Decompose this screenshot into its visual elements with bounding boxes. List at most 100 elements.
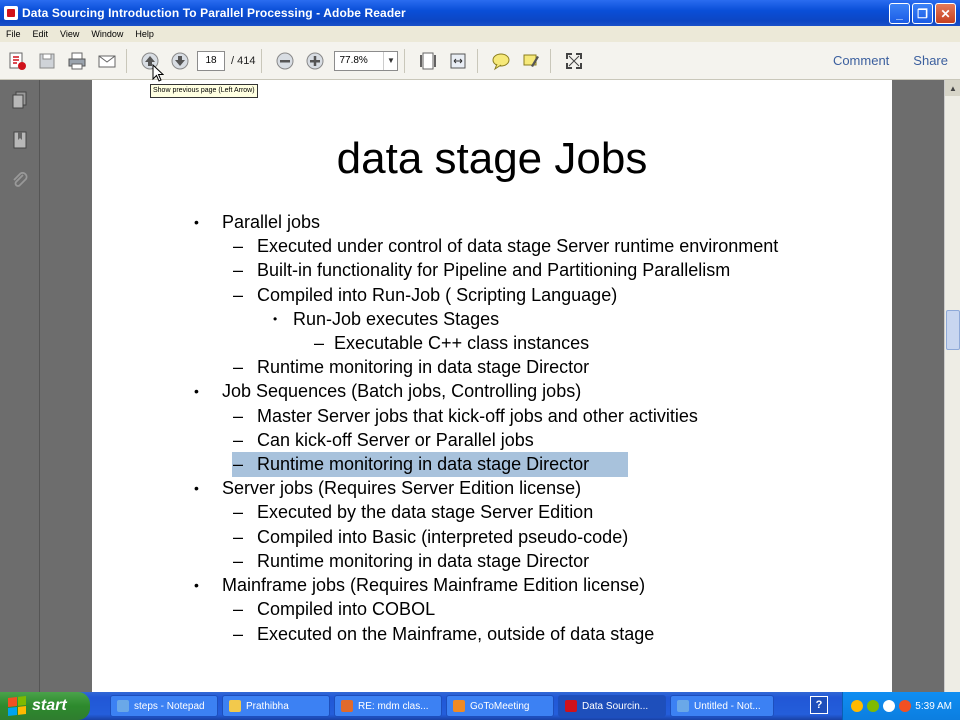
bullet-item: – Compiled into Basic (interpreted pseudo… [233,527,629,547]
minus-circle-icon [276,52,294,69]
full-screen-button[interactable] [561,48,587,74]
expand-icon [566,52,583,69]
bullet-item: – Built-in functionality for Pipeline and… [233,260,731,280]
dash-marker: – [233,236,244,256]
bullet-item: • Parallel jobs [194,212,321,232]
share-link[interactable]: Share [913,53,948,68]
add-comment-button[interactable] [488,48,514,74]
taskbar-button-notepad-untitled[interactable]: Untitled - Not... [670,695,774,717]
tooltip: Show previous page (Left Arrow) [150,84,258,98]
bullet-item: • Server jobs (Requires Server Edition li… [194,478,582,498]
zoom-in-button[interactable] [302,48,328,74]
bullet-item: • Mainframe jobs (Requires Mainframe Edit… [194,575,646,595]
comment-link[interactable]: Comment [833,53,889,68]
toolbar-separator [261,48,263,73]
pages-icon [12,91,26,109]
fit-page-icon [420,52,437,69]
close-button[interactable]: ✕ [935,3,956,24]
bullet-item: – Compiled into COBOL [233,599,436,619]
save-button[interactable] [34,48,60,74]
vertical-scrollbar[interactable]: ▲ [944,80,960,692]
folder-icon [229,700,241,712]
windows-flag-icon [8,696,26,716]
tray-shield-icon[interactable] [899,700,912,712]
zoom-input[interactable] [335,51,384,70]
dash-marker: – [233,527,244,547]
adobe-reader-icon [565,700,577,712]
start-button[interactable]: start [0,692,90,720]
dash-marker: – [233,430,244,450]
clock[interactable]: 5:39 AM [915,701,952,712]
bookmarks-panel-button[interactable] [8,128,32,152]
next-page-button[interactable] [167,48,193,74]
print-button[interactable] [64,48,90,74]
tray-volume-icon[interactable] [883,700,896,712]
taskbar-button-gotomeeting[interactable]: GoToMeeting [446,695,554,717]
bullet-item: – Executed by the data stage Server Editi… [233,502,594,522]
taskbar-button-folder[interactable]: Prathibha [222,695,330,717]
zoom-select[interactable]: ▼ [334,50,399,71]
scroll-up-arrow[interactable]: ▲ [945,80,960,96]
taskbar-button-adobe-reader[interactable]: Data Sourcin... [558,695,666,717]
tray-network-icon[interactable] [867,700,880,712]
toolbar-separator [550,48,552,73]
menu-bar: File Edit View Window Help [0,26,960,42]
toolbar: / 414 ▼ Comment Share [0,42,960,80]
dash-marker: – [233,285,244,305]
zoom-out-button[interactable] [272,48,298,74]
bullet-item: • Run-Job executes Stages [273,309,500,329]
adobe-reader-icon [4,6,18,20]
minimize-button[interactable]: _ [889,3,910,24]
dash-marker: – [233,357,244,377]
dash-marker: – [233,260,244,280]
scroll-thumb[interactable] [946,310,960,350]
toolbar-separator [477,48,479,73]
page-total: / 414 [231,54,256,67]
bullet-item-selected[interactable]: – Runtime monitoring in data stage Direct… [233,453,589,475]
bullet-item: – Compiled into Run-Job ( Scripting Langu… [233,285,618,305]
menu-window[interactable]: Window [85,29,129,39]
dash-marker: – [233,502,244,522]
task-links: Comment Share [833,53,948,68]
bullet-item: – Runtime monitoring in data stage Direct… [233,551,590,571]
taskbar-button-email[interactable]: RE: mdm clas... [334,695,442,717]
pages-panel-button[interactable] [8,88,32,112]
firefox-icon [341,700,353,712]
notepad-icon [117,700,129,712]
create-pdf-button[interactable] [4,48,30,74]
taskbar-button-notepad[interactable]: steps - Notepad [110,695,218,717]
document-area[interactable]: data stage Jobs • Parallel jobs – Executed… [40,80,944,692]
gotomeeting-icon [453,700,465,712]
maximize-button[interactable]: ❐ [912,3,933,24]
navigation-pane [0,80,40,692]
highlight-button[interactable] [518,48,544,74]
attachments-panel-button[interactable] [8,168,32,192]
envelope-icon [98,55,116,67]
bullet-marker: • [194,480,199,496]
fit-page-button[interactable] [415,48,441,74]
plus-circle-icon [306,52,324,69]
tray-gotomeeting-icon[interactable] [851,700,864,712]
dash-marker: – [233,406,244,426]
highlighter-icon [523,54,540,67]
menu-view[interactable]: View [54,29,85,39]
menu-edit[interactable]: Edit [27,29,55,39]
menu-file[interactable]: File [0,29,27,39]
fit-width-icon [450,53,466,68]
dash-marker: – [233,599,244,619]
arrow-down-circle-icon [171,52,189,69]
help-button[interactable]: ? [810,696,828,714]
bullet-item: – Master Server jobs that kick-off jobs a… [233,406,698,426]
speech-bubble-icon [492,53,510,70]
slide-title: data stage Jobs [336,134,648,183]
chevron-down-icon[interactable]: ▼ [383,51,397,70]
dash-marker: – [233,551,244,571]
window-controls: _ ❐ ✕ [889,3,956,24]
taskbar: start steps - Notepad Prathibha RE: mdm … [0,692,960,720]
email-button[interactable] [94,48,120,74]
window-titlebar: Data Sourcing Introduction To Parallel P… [0,0,960,26]
menu-help[interactable]: Help [129,29,160,39]
fit-width-button[interactable] [445,48,471,74]
page-number-input[interactable] [197,50,225,71]
bullet-item: – Executed on the Mainframe, outside of d… [233,624,655,644]
